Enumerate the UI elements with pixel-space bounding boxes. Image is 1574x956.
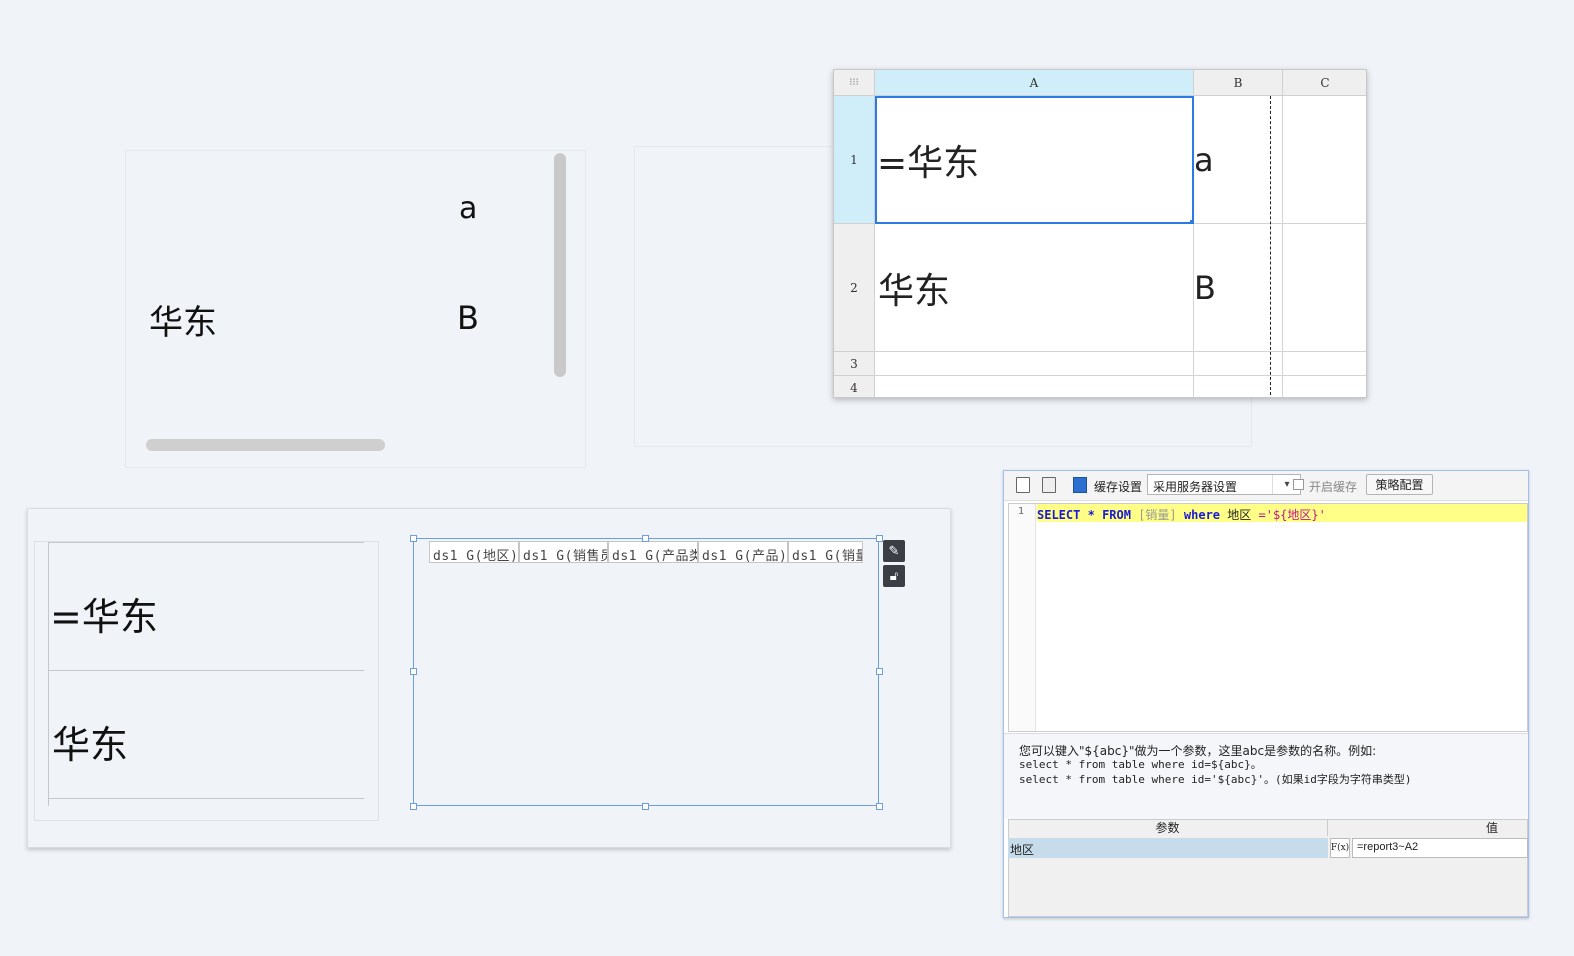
- preview-icon[interactable]: [1016, 477, 1030, 493]
- cache-select-value: 采用服务器设置: [1153, 480, 1238, 494]
- resize-handle[interactable]: [642, 803, 649, 810]
- spreadsheet: ⁝⁝⁝ A B C 1 2 3 4 =华东 a 华东 B: [833, 69, 1367, 398]
- preview-cell-b: B: [457, 299, 479, 337]
- grid-line: [48, 542, 49, 806]
- cell-c3[interactable]: [1283, 352, 1366, 376]
- strategy-config-button[interactable]: 策略配置: [1366, 474, 1433, 495]
- resize-handle[interactable]: [876, 535, 883, 542]
- formula-icon[interactable]: F(x): [1330, 838, 1350, 858]
- edit-icon[interactable]: ✎: [883, 540, 905, 562]
- preview-cell-a: a: [459, 191, 478, 226]
- sql-table: [销量]: [1138, 508, 1177, 522]
- sql-line[interactable]: SELECT * FROM [销量] where 地区 ='${地区}': [1037, 504, 1527, 522]
- column-chip[interactable]: ds1 G(销量): [788, 541, 863, 563]
- sql-parameter: '${地区}': [1265, 508, 1326, 522]
- cache-select[interactable]: 采用服务器设置 ▾: [1147, 474, 1301, 495]
- report-cell-2[interactable]: 华东: [52, 714, 128, 769]
- cell-a4[interactable]: [875, 376, 1194, 397]
- row-header-2[interactable]: 2: [834, 224, 875, 352]
- sql-operator: =: [1258, 508, 1266, 522]
- cell-c2[interactable]: [1283, 224, 1366, 352]
- grid-line: [48, 798, 364, 799]
- preview-panel: a 华东 B: [125, 150, 586, 468]
- line-number: 1: [1018, 506, 1025, 517]
- dataset-editor: 缓存设置 采用服务器设置 ▾ 开启缓存 策略配置 1 SELECT * FROM…: [1003, 470, 1529, 918]
- sql-keyword: SELECT: [1037, 508, 1081, 522]
- column-header-c[interactable]: C: [1283, 70, 1366, 96]
- save-icon[interactable]: [1042, 477, 1056, 493]
- row-header-4[interactable]: 4: [834, 376, 875, 397]
- cell-a1[interactable]: =华东: [875, 96, 1194, 224]
- page-break-line: [1270, 96, 1271, 397]
- sql-keyword: FROM: [1102, 508, 1131, 522]
- resize-handle[interactable]: [876, 668, 883, 675]
- resize-handle[interactable]: [410, 535, 417, 542]
- column-chip[interactable]: ds1 G(地区): [429, 541, 519, 563]
- chart-widget[interactable]: [413, 538, 879, 806]
- cache-icon: [1073, 477, 1087, 493]
- grid-icon: ⁝⁝⁝: [849, 77, 859, 88]
- value-column-header: 值: [1485, 821, 1498, 835]
- resize-handle[interactable]: [410, 668, 417, 675]
- line-gutter: 1: [1009, 504, 1036, 731]
- sql-editor[interactable]: 1 SELECT * FROM [销量] where 地区 ='${地区}': [1008, 503, 1528, 732]
- report-designer: =华东 华东 ds1 G(地区) ds1 G(销售员) ds1 G(产品类型) …: [27, 508, 951, 848]
- cell-c4[interactable]: [1283, 376, 1366, 397]
- report-block: [34, 541, 379, 821]
- column-chip[interactable]: ds1 G(产品类型): [608, 541, 698, 563]
- resize-handle[interactable]: [410, 803, 417, 810]
- enable-cache-label: 开启缓存: [1309, 480, 1358, 494]
- sql-field: 地区: [1227, 508, 1252, 522]
- column-header-a[interactable]: A: [875, 70, 1194, 96]
- param-column-header: 参数: [1008, 819, 1328, 836]
- sql-keyword: *: [1087, 508, 1095, 522]
- cache-settings-label: 缓存设置: [1094, 480, 1143, 494]
- column-chip[interactable]: ds1 G(销售员): [519, 541, 608, 563]
- help-line-2: select * from table where id=${abc}。: [1019, 758, 1262, 771]
- column-chip[interactable]: ds1 G(产品): [698, 541, 788, 563]
- help-line-3: select * from table where id='${abc}'。(如…: [1019, 773, 1412, 786]
- select-all-corner[interactable]: ⁝⁝⁝: [834, 70, 875, 96]
- report-cell-1[interactable]: =华东: [50, 586, 158, 641]
- grid-line: [48, 670, 364, 671]
- enable-cache-checkbox[interactable]: [1293, 479, 1304, 490]
- preview-cell-huadong: 华东: [149, 303, 217, 343]
- sql-keyword: where: [1183, 508, 1221, 522]
- horizontal-scrollbar[interactable]: [146, 439, 385, 451]
- column-header-b[interactable]: B: [1194, 70, 1283, 96]
- resize-handle[interactable]: [642, 535, 649, 542]
- row-header-3[interactable]: 3: [834, 352, 875, 376]
- cell-c1[interactable]: [1283, 96, 1366, 224]
- param-value-field[interactable]: =report3~A2: [1352, 838, 1528, 858]
- param-name-cell[interactable]: 地区: [1008, 838, 1328, 858]
- vertical-scrollbar[interactable]: [554, 153, 566, 377]
- resize-handle[interactable]: [876, 803, 883, 810]
- row-header-1[interactable]: 1: [834, 96, 875, 224]
- grid-line: [48, 542, 364, 543]
- cell-a3[interactable]: [875, 352, 1194, 376]
- cell-a2[interactable]: 华东: [875, 224, 1194, 352]
- unlock-icon[interactable]: 🔓︎: [883, 565, 905, 587]
